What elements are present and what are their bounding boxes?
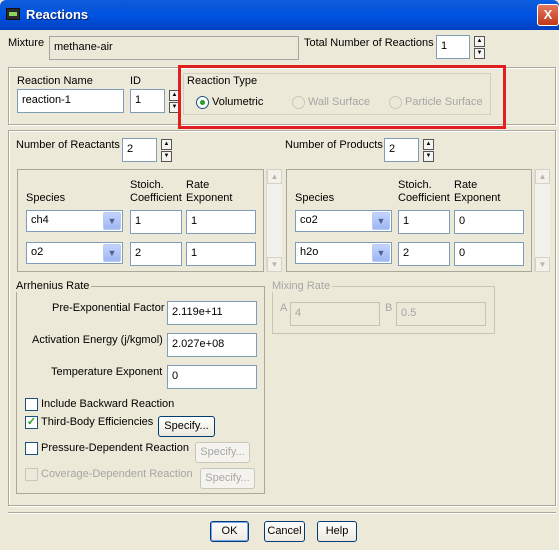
chevron-down-icon[interactable]: ▼: [103, 244, 121, 262]
ok-button[interactable]: OK: [210, 521, 249, 542]
reaction-name-label: Reaction Name: [17, 75, 93, 87]
close-button[interactable]: X: [537, 4, 559, 26]
product-exp-input[interactable]: 0: [454, 210, 524, 234]
product-coef-input[interactable]: 2: [398, 242, 450, 266]
scroll-up-icon[interactable]: ▲: [535, 169, 550, 184]
pressure-dependent-checkbox[interactable]: [25, 442, 38, 455]
products-coef-header-1: Stoich.: [398, 179, 432, 191]
chevron-down-icon[interactable]: ▼: [372, 244, 390, 262]
cancel-button[interactable]: Cancel: [264, 521, 305, 542]
pressure-specify-button: Specify...: [195, 442, 250, 463]
scroll-down-icon[interactable]: ▼: [267, 257, 282, 272]
products-count-label: Number of Products: [285, 139, 383, 151]
reactants-exp-header-1: Rate: [186, 179, 210, 191]
pre-exp-label: Pre-Exponential Factor: [52, 302, 165, 314]
down-arrow-icon[interactable]: ▼: [161, 151, 172, 162]
products-species-header: Species: [295, 192, 335, 204]
products-exp-header-1: Rate: [454, 179, 478, 191]
mixing-b-label: B: [385, 302, 393, 314]
pre-exp-input[interactable]: 2.119e+11: [167, 301, 257, 325]
pressure-dependent-label: Pressure-Dependent Reaction: [41, 442, 189, 454]
temp-exponent-input[interactable]: 0: [167, 365, 257, 389]
total-reactions-input[interactable]: 1: [436, 35, 470, 59]
title-bar: Reactions X: [0, 0, 559, 30]
reactant-coef-input[interactable]: 2: [130, 242, 182, 266]
coverage-specify-button: Specify...: [200, 468, 255, 489]
down-arrow-icon[interactable]: ▼: [474, 48, 485, 59]
products-coef-header-2: Coefficient: [398, 192, 450, 204]
reactants-count-label: Number of Reactants: [16, 139, 120, 151]
up-arrow-icon[interactable]: ▲: [423, 139, 434, 150]
third-body-checkbox[interactable]: ✓: [25, 416, 38, 429]
product-species-dropdown[interactable]: co2 ▼: [295, 210, 392, 232]
mixture-field: methane-air: [49, 36, 299, 60]
products-count-input[interactable]: 2: [384, 138, 419, 162]
temp-exponent-label: Temperature Exponent: [51, 366, 163, 378]
activation-energy-label: Activation Energy (j/kgmol): [32, 334, 163, 346]
reactant-coef-input[interactable]: 1: [130, 210, 182, 234]
divider: [8, 512, 556, 513]
products-count-stepper[interactable]: ▲ ▼: [423, 139, 434, 162]
reactants-coef-header-2: Coefficient: [130, 192, 182, 204]
reactants-count-stepper[interactable]: ▲ ▼: [161, 139, 172, 162]
products-scrollbar[interactable]: ▲ ▼: [534, 169, 550, 272]
reactants-exp-header-2: Exponent: [186, 192, 233, 204]
reactant-exp-input[interactable]: 1: [186, 210, 256, 234]
reactant-species-dropdown[interactable]: o2 ▼: [26, 242, 123, 264]
id-input[interactable]: 1: [130, 89, 165, 113]
reactants-coef-header-1: Stoich.: [130, 179, 164, 191]
coverage-dependent-label: Coverage-Dependent Reaction: [41, 468, 193, 480]
mixing-rate-label: Mixing Rate: [272, 280, 333, 292]
mixing-a-label: A: [280, 302, 288, 314]
total-reactions-label: Total Number of Reactions: [304, 37, 434, 49]
backward-reaction-checkbox[interactable]: [25, 398, 38, 411]
help-button[interactable]: Help: [317, 521, 357, 542]
reactions-dialog: Reactions X Mixture methane-air Total Nu…: [0, 0, 559, 550]
window-title: Reactions: [26, 7, 89, 22]
up-arrow-icon[interactable]: ▲: [161, 139, 172, 150]
reactants-species-header: Species: [26, 192, 66, 204]
chevron-down-icon[interactable]: ▼: [372, 212, 390, 230]
backward-reaction-label: Include Backward Reaction: [41, 398, 175, 410]
product-coef-input[interactable]: 1: [398, 210, 450, 234]
coverage-dependent-checkbox: [25, 468, 38, 481]
down-arrow-icon[interactable]: ▼: [423, 151, 434, 162]
reaction-name-input[interactable]: reaction-1: [17, 89, 124, 113]
products-exp-header-2: Exponent: [454, 192, 501, 204]
up-arrow-icon[interactable]: ▲: [474, 36, 485, 47]
product-species-dropdown[interactable]: h2o ▼: [295, 242, 392, 264]
mixing-b-input: 0.5: [396, 302, 486, 326]
mixing-a-input: 4: [290, 302, 380, 326]
total-reactions-stepper[interactable]: ▲ ▼: [474, 36, 485, 59]
reactant-exp-input[interactable]: 1: [186, 242, 256, 266]
id-label: ID: [130, 75, 141, 87]
reactant-species-dropdown[interactable]: ch4 ▼: [26, 210, 123, 232]
third-body-label: Third-Body Efficiencies: [41, 416, 154, 428]
reactants-scrollbar[interactable]: ▲ ▼: [266, 169, 282, 272]
highlight-box: [178, 65, 506, 129]
chevron-down-icon[interactable]: ▼: [103, 212, 121, 230]
scroll-down-icon[interactable]: ▼: [535, 257, 550, 272]
reactants-count-input[interactable]: 2: [122, 138, 157, 162]
third-body-specify-button[interactable]: Specify...: [158, 416, 215, 437]
app-icon: [6, 8, 20, 20]
product-exp-input[interactable]: 0: [454, 242, 524, 266]
mixture-label: Mixture: [8, 37, 45, 49]
scroll-up-icon[interactable]: ▲: [267, 169, 282, 184]
activation-energy-input[interactable]: 2.027e+08: [167, 333, 257, 357]
arrhenius-label: Arrhenius Rate: [16, 280, 92, 292]
